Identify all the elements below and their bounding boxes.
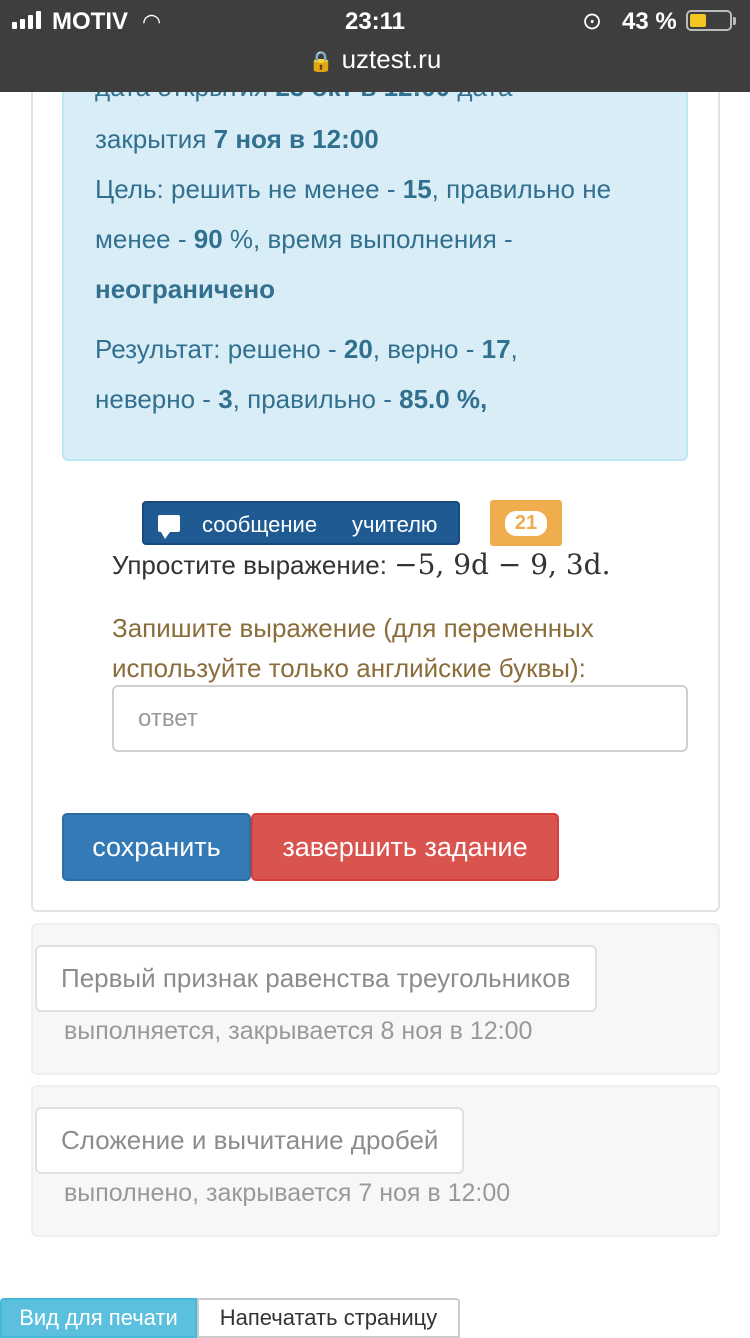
goal-line-1: Цель: решить не менее - 15, правильно не (95, 174, 611, 205)
task-card: Сложение и вычитание дробей выполнено, з… (31, 1085, 720, 1237)
finish-task-button[interactable]: завершить задание (251, 813, 559, 881)
comment-icon (158, 514, 180, 539)
result-wrong-label: неверно - (95, 384, 211, 414)
goal-mid: , правильно не (431, 174, 612, 204)
result-comma: , (510, 334, 518, 364)
goal-percent: 90 (193, 224, 223, 254)
url-text: uztest.ru (341, 44, 442, 74)
task-status: выполнено, закрывается 7 ноя в 12:00 (64, 1179, 511, 1207)
close-date-value: 7 ноя в 12:00 (213, 124, 379, 154)
browser-chrome: MOTIV ◠ 23:11 ⊙ 43 % 🔒 uztest.ru (0, 0, 750, 92)
print-page-button[interactable]: Напечатать страницу (197, 1298, 460, 1338)
goal-line-2: менее - 90 %, время выполнения - (95, 224, 513, 255)
print-view-button[interactable]: Вид для печати (0, 1298, 197, 1338)
answer-hint: Запишите выражение (для переменных испол… (112, 613, 594, 683)
result-correct: 17 (481, 334, 511, 364)
task-status: выполняется, закрывается 8 ноя в 12:00 (64, 1017, 533, 1045)
result-wrong: 3 (218, 384, 233, 414)
battery-level (690, 14, 707, 27)
task-title-link[interactable]: Первый признак равенства треугольников (35, 945, 597, 1012)
question-text: Упростите выражение: −5, 9d − 9, 3d. (112, 548, 611, 581)
status-bar: MOTIV ◠ 23:11 ⊙ 43 % (0, 0, 750, 42)
battery-percent: 43 % (622, 8, 677, 35)
message-button-word1: сообщение (202, 512, 318, 537)
message-button-word2: учителю (352, 512, 438, 537)
answer-input[interactable] (112, 685, 688, 752)
message-teacher-button[interactable]: сообщение учителю (142, 501, 460, 545)
goal-prefix: Цель: решить не менее - (95, 174, 396, 204)
close-date-line: закрытия 7 ноя в 12:00 (95, 124, 379, 155)
address-bar[interactable]: 🔒 uztest.ru (0, 44, 750, 75)
task-title-link[interactable]: Сложение и вычитание дробей (35, 1107, 465, 1174)
goal-time: неограничено (95, 274, 276, 304)
save-button[interactable]: сохранить (62, 813, 251, 881)
close-date-label: закрытия (95, 124, 207, 154)
task-info-box: дата открытия 25 окт в 12:00 дата закрыт… (62, 40, 688, 461)
lock-icon: 🔒 (308, 51, 334, 73)
message-count-badge[interactable]: 21 (490, 500, 562, 546)
orientation-lock-icon: ⊙ (582, 8, 603, 35)
result-solved: 20 (343, 334, 373, 364)
goal-mid-2: менее - (95, 224, 187, 254)
question-prompt: Упростите выражение: (112, 550, 387, 580)
message-count: 21 (504, 510, 548, 536)
result-right: 85.0 %, (399, 384, 488, 414)
result-mid: , верно - (372, 334, 475, 364)
goal-line-3: неограничено (95, 274, 275, 305)
result-line-2: неверно - 3, правильно - 85.0 %, (95, 384, 487, 415)
goal-count: 15 (402, 174, 432, 204)
result-right-label: , правильно - (232, 384, 392, 414)
battery-icon (686, 10, 736, 31)
goal-percent-suffix: %, время выполнения - (229, 224, 513, 254)
question-expression: −5, 9d − 9, 3d. (394, 548, 611, 581)
task-card: Первый признак равенства треугольников в… (31, 923, 720, 1075)
result-line-1: Результат: решено - 20, верно - 17, (95, 334, 518, 365)
result-prefix: Результат: решено - (95, 334, 337, 364)
